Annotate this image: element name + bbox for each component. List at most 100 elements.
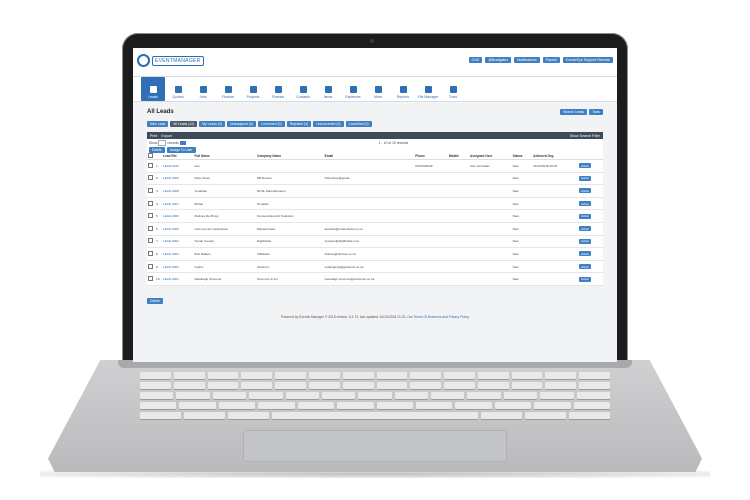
row-action-button[interactable]: Action xyxy=(578,264,592,270)
cell-ref[interactable]: LEAD-0005 xyxy=(162,222,194,236)
cell-ref[interactable]: LEAD-0007 xyxy=(162,197,194,211)
page-size-select[interactable] xyxy=(158,139,167,146)
row-action-button[interactable]: Action xyxy=(578,238,592,244)
table-row: 4. LEAD-0007 Mehar Propella New Action xyxy=(147,197,603,211)
top-action-button[interactable]: Payroll xyxy=(542,57,560,63)
row-checkbox[interactable] xyxy=(148,175,153,181)
app-logo[interactable]: EVENTMANAGER xyxy=(137,54,204,67)
footer-text: Powered by Eventsi Manager © 2018 versio… xyxy=(280,314,413,319)
filter-rejected[interactable]: Rejected (0) xyxy=(286,121,312,127)
records-label: records xyxy=(167,140,179,145)
cell-name: Melissa De Bruyn xyxy=(193,209,257,223)
cell-phone: 0470042649 xyxy=(414,159,448,173)
nav-item-expenses[interactable]: Expenses xyxy=(341,77,365,101)
cell-name: Peter Dove xyxy=(193,172,257,186)
row-action-button[interactable]: Action xyxy=(578,251,592,257)
row-action-button[interactable]: Action xyxy=(578,175,592,181)
gears-icon xyxy=(449,86,457,93)
filter-unassigned[interactable]: Unassigned (0) xyxy=(227,121,256,127)
print-link[interactable]: Print xyxy=(150,134,157,138)
privacy-link[interactable]: Privacy Policy xyxy=(449,315,470,319)
cell-ref[interactable]: LEAD-0002 xyxy=(162,260,194,274)
filter-all-leads[interactable]: All Leads (12) xyxy=(170,121,198,127)
cell-status: New xyxy=(511,272,533,286)
assign-to-user-button[interactable]: Assign To User xyxy=(166,146,196,153)
tools-button[interactable]: Tools xyxy=(589,109,603,115)
nav-item-finance[interactable]: Finance xyxy=(216,77,240,101)
row-action-button[interactable]: Action xyxy=(578,276,592,282)
show-search-filter-link[interactable]: Show Search Filter xyxy=(570,134,600,138)
nav-item-finance-2[interactable]: Finance xyxy=(266,77,290,101)
cell-company: RCSL Manufacturers xyxy=(256,184,324,198)
nav-item-tools[interactable]: Tools xyxy=(441,77,465,101)
cell-user xyxy=(469,172,512,186)
top-action-button[interactable]: @Bradgalus xyxy=(485,57,512,63)
nav-item-quotes[interactable]: Quotes xyxy=(166,77,190,101)
search-leads-button[interactable]: Search Leads xyxy=(560,109,588,115)
row-checkbox[interactable] xyxy=(148,225,153,231)
terms-link[interactable]: Terms Of Business xyxy=(414,315,442,319)
cell-status: New xyxy=(511,184,533,198)
bulk-actions: Delete Assign To User xyxy=(147,146,603,153)
show-label: Show xyxy=(149,140,158,145)
nav-item-contacts[interactable]: Contacts xyxy=(291,77,315,101)
row-checkbox[interactable] xyxy=(148,213,153,219)
row-number: 1. xyxy=(155,159,162,173)
row-action-button[interactable]: Action xyxy=(578,201,592,207)
select-all-checkbox[interactable] xyxy=(148,153,153,158)
cell-ref[interactable]: LEAD-0001 xyxy=(162,272,194,286)
cell-name: Bob Rathes xyxy=(193,247,257,261)
cell-name: Lara van der westhuizen xyxy=(193,222,257,236)
row-action-button[interactable]: Action xyxy=(578,226,592,232)
row-checkbox[interactable] xyxy=(148,250,153,256)
nav-item-reports[interactable]: Reports xyxy=(391,77,415,101)
row-number: 5. xyxy=(155,209,162,223)
row-checkbox[interactable] xyxy=(148,276,153,282)
cell-email xyxy=(323,184,415,198)
main-nav: Leads Quotes Jobs Finance Projects Finan… xyxy=(133,77,617,102)
cell-company: Propella xyxy=(256,197,324,211)
cell-ref[interactable]: LEAD-0008 xyxy=(162,184,194,198)
cell-company: MasterCooks xyxy=(256,222,324,236)
nav-item-leads[interactable]: Leads xyxy=(141,77,165,101)
nav-item-file-manager[interactable]: File Manager xyxy=(416,77,440,101)
cell-ref[interactable]: LEAD-0006 xyxy=(162,209,194,223)
bulk-delete-button[interactable]: Delete xyxy=(149,146,165,153)
nav-item-projects[interactable]: Projects xyxy=(241,77,265,101)
cell-mobile xyxy=(447,247,470,261)
nav-item-more[interactable]: More xyxy=(366,77,390,101)
cell-name: Suzan Cooper xyxy=(193,235,257,249)
row-action-button[interactable]: Action xyxy=(578,188,592,194)
new-lead-button[interactable]: New Lead xyxy=(147,121,169,127)
cell-status: New xyxy=(511,197,533,211)
filter-cancelled[interactable]: Cancelled (0) xyxy=(345,121,372,127)
cell-mobile xyxy=(447,159,470,173)
cell-ref[interactable]: LEAD-0003 xyxy=(162,247,194,261)
filter-converted[interactable]: Converted (0) xyxy=(258,121,285,127)
row-checkbox[interactable] xyxy=(148,238,153,244)
export-link[interactable]: Export xyxy=(161,134,171,138)
cell-user: Ivan Gonzalez xyxy=(469,159,512,173)
nav-item-jobs[interactable]: Jobs xyxy=(191,77,215,101)
filter-unconverted[interactable]: Unconverted (0) xyxy=(313,121,344,127)
cell-ref[interactable]: LEAD-0009 xyxy=(162,172,194,186)
leads-table: Lead Ref. Full Name Company Name Email P… xyxy=(147,153,603,286)
filter-my-leads[interactable]: My Leads (0) xyxy=(199,121,225,127)
row-action-button[interactable]: Action xyxy=(578,213,592,219)
cell-date xyxy=(532,272,578,286)
row-action-button[interactable]: Action xyxy=(578,163,592,169)
notifications-button[interactable]: Notifications xyxy=(514,57,540,63)
cell-phone xyxy=(414,209,448,223)
row-checkbox[interactable] xyxy=(148,187,153,193)
top-action-button[interactable]: CNS xyxy=(468,57,483,63)
pie-chart-icon xyxy=(399,86,407,93)
row-checkbox[interactable] xyxy=(148,263,153,269)
cell-ref[interactable]: LEAD-0004 xyxy=(162,235,194,249)
row-checkbox[interactable] xyxy=(148,200,153,206)
delete-button[interactable]: Delete xyxy=(147,297,163,304)
cell-ref[interactable]: LEAD-0010 xyxy=(162,159,194,173)
nav-item-items[interactable]: Items xyxy=(316,77,340,101)
cell-email xyxy=(323,197,415,211)
support-button[interactable]: CornerEye Support Remote xyxy=(562,57,613,63)
row-checkbox[interactable] xyxy=(148,162,153,168)
